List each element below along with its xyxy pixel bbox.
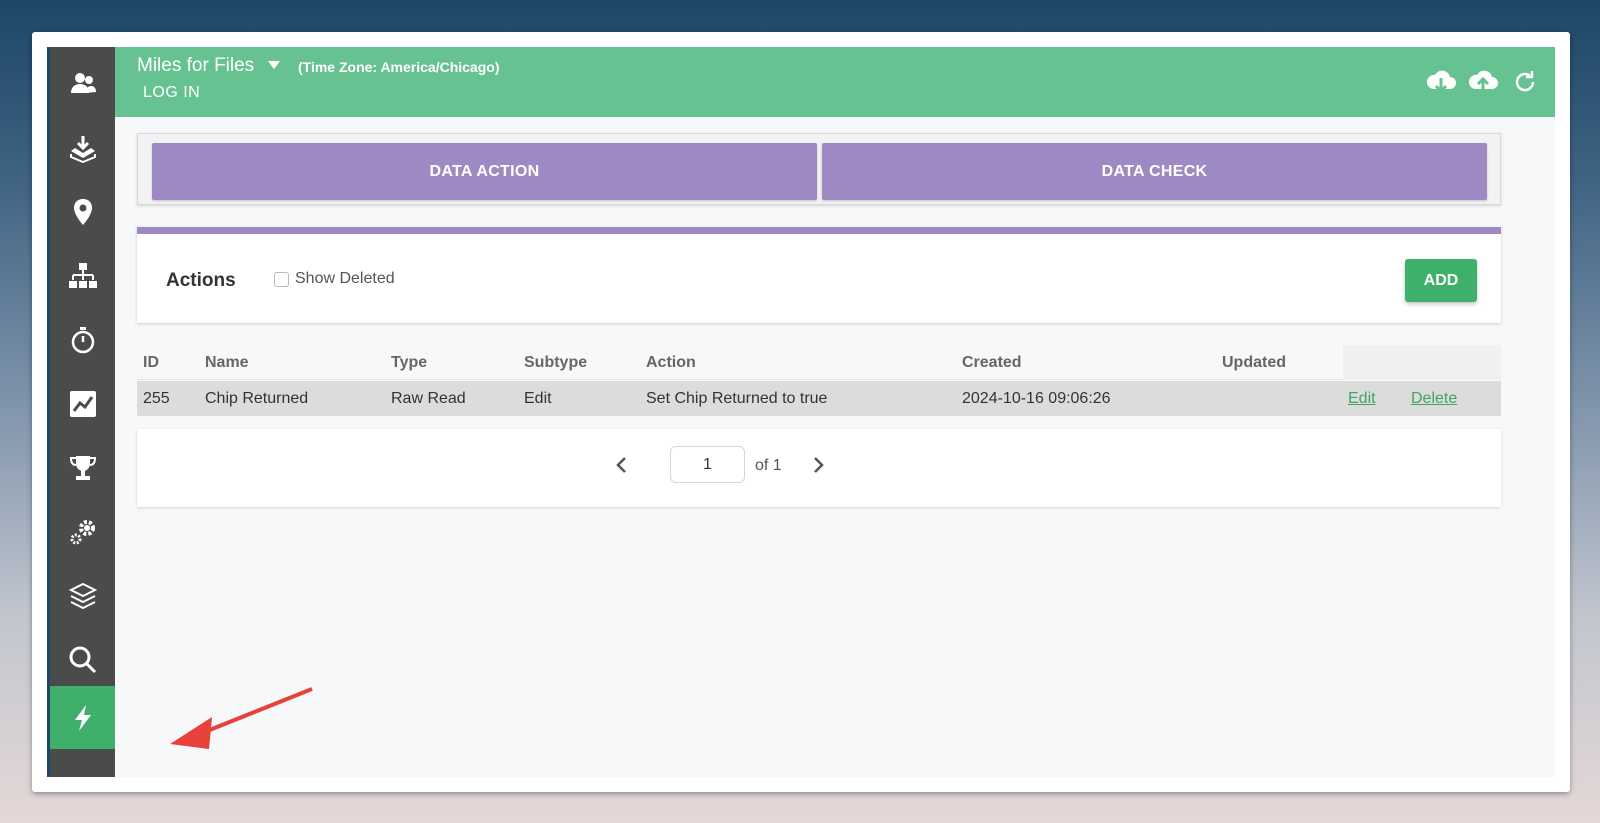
chevron-right-icon[interactable] [811,456,825,479]
cell-created: 2024-10-16 09:06:26 [962,390,1111,407]
data-check-button[interactable]: DATA CHECK [822,143,1487,200]
stopwatch-icon [71,327,94,354]
cell-id: 255 [143,390,170,407]
sidebar-footer [50,765,115,777]
column-header-created[interactable]: Created [962,354,1022,372]
cell-action: Set Chip Returned to true [646,390,828,407]
time-zone-label: (Time Zone: America/Chicago) [298,59,500,75]
column-header-type[interactable]: Type [391,354,427,372]
actions-card: Actions Show Deleted ADD [137,227,1501,323]
actions-table: ID Name Type Subtype Action Created Upda… [137,345,1501,417]
refresh-icon[interactable] [1509,67,1541,97]
login-link[interactable]: LOG IN [143,84,200,102]
sidebar-item-locations[interactable] [50,180,115,244]
column-header-action[interactable]: Action [646,354,696,372]
sidebar-item-awards[interactable] [50,436,115,500]
cloud-upload-icon[interactable] [1467,67,1499,97]
actions-title: Actions [166,270,236,291]
header-bar: Miles for Files (Time Zone: America/Chic… [115,47,1555,117]
page-number-input[interactable] [670,446,745,483]
sidebar-item-timing[interactable] [50,308,115,372]
sidebar [47,47,115,777]
data-action-button[interactable]: DATA ACTION [152,143,817,200]
sidebar-item-layers[interactable] [50,564,115,628]
map-pin-icon [73,199,92,225]
column-header-id[interactable]: ID [143,354,159,372]
app-title[interactable]: Miles for Files [137,55,254,77]
gears-icon [70,520,95,545]
trophy-icon [69,456,96,480]
annotation-arrow-icon [170,687,313,749]
edit-link[interactable]: Edit [1348,390,1376,408]
chart-line-icon [69,391,96,417]
show-deleted-label: Show Deleted [295,270,395,287]
add-button[interactable]: ADD [1405,259,1477,302]
sidebar-item-hierarchy[interactable] [50,244,115,308]
search-icon [69,646,96,674]
users-icon [70,73,96,93]
data-tabs-panel: DATA ACTION DATA CHECK [137,133,1501,205]
sitemap-icon [68,263,97,288]
cloud-download-icon[interactable] [1425,67,1457,97]
page-count-label: of 1 [755,457,782,474]
sidebar-item-search[interactable] [50,628,115,692]
column-header-name[interactable]: Name [205,354,249,372]
sidebar-item-settings[interactable] [50,500,115,564]
sidebar-item-import[interactable] [50,116,115,180]
column-header-actions [1343,345,1501,380]
table-header: ID Name Type Subtype Action Created Upda… [137,345,1501,380]
sidebar-item-results[interactable] [50,372,115,436]
column-header-subtype[interactable]: Subtype [524,354,587,372]
delete-link[interactable]: Delete [1411,390,1457,408]
cell-subtype: Edit [524,390,552,407]
chevron-left-icon[interactable] [615,456,629,479]
pagination: of 1 [137,429,1501,507]
show-deleted-checkbox[interactable] [274,271,289,287]
download-tray-icon [69,136,96,163]
layers-icon [68,582,97,610]
main-content: DATA ACTION DATA CHECK Actions Show Dele… [115,117,1555,777]
cell-type: Raw Read [391,390,466,407]
header-actions [1425,67,1541,97]
column-header-updated[interactable]: Updated [1222,354,1286,372]
chevron-down-icon[interactable] [268,61,280,69]
app-window: Miles for Files (Time Zone: America/Chic… [32,32,1570,792]
cell-name: Chip Returned [205,390,309,407]
table-row: 255 Chip Returned Raw Read Edit Set Chip… [137,381,1501,416]
sidebar-item-participants[interactable] [50,52,115,116]
show-deleted-toggle[interactable]: Show Deleted [274,270,395,288]
bolt-icon [74,704,91,731]
sidebar-item-data-actions[interactable] [50,686,115,749]
